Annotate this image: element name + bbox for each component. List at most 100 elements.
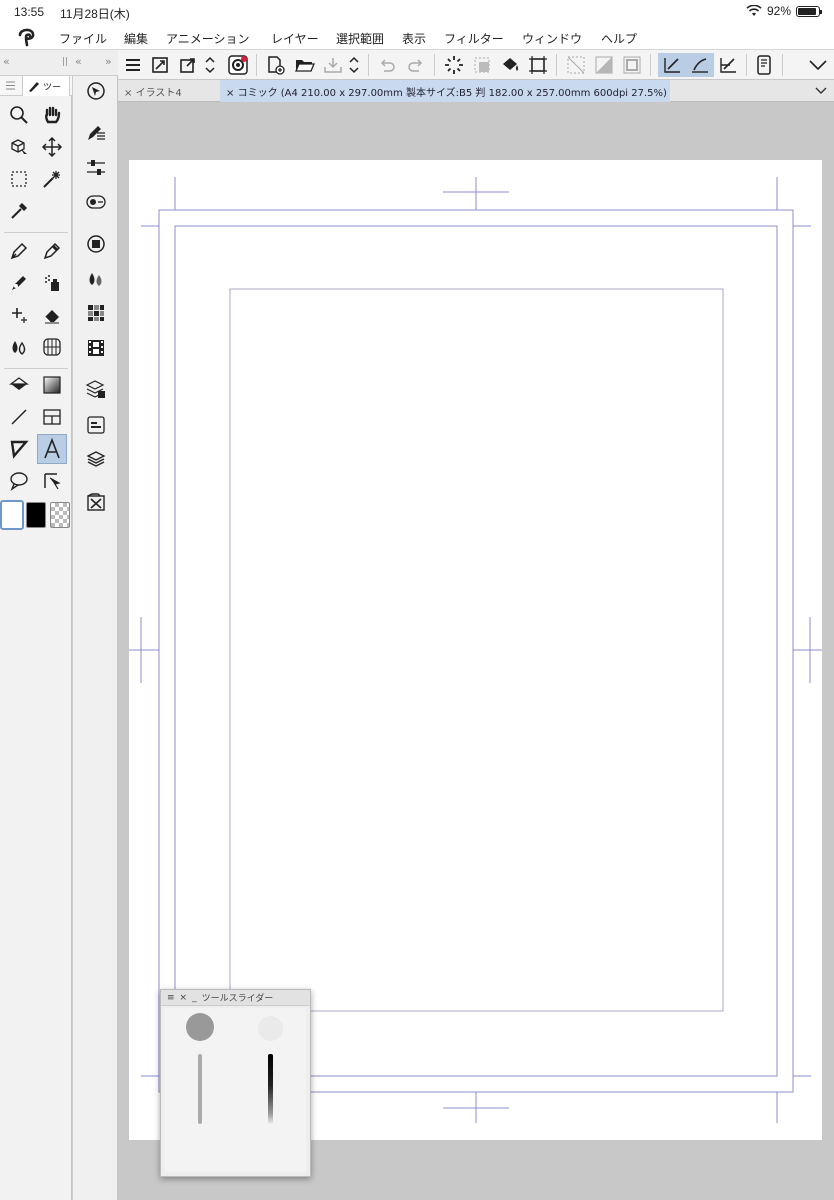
panel-menu-icon[interactable]: ≡ (167, 993, 175, 1003)
brush-tool-icon[interactable] (4, 268, 34, 298)
fill-icon[interactable] (498, 53, 522, 77)
frame-border-tool-icon[interactable] (37, 402, 67, 432)
transform-icon[interactable] (526, 53, 550, 77)
open-icon[interactable] (176, 53, 200, 77)
collapse-left-icon[interactable]: « (3, 55, 10, 68)
selection-tool-icon[interactable] (4, 164, 34, 194)
menu-view[interactable]: 表示 (402, 30, 426, 47)
layer-icon[interactable] (81, 444, 111, 474)
clip-studio-icon[interactable] (226, 53, 250, 77)
sub-color-swatch[interactable] (26, 502, 46, 528)
snap-special-ruler-icon[interactable] (686, 53, 714, 77)
hand-tool-icon[interactable] (37, 100, 67, 130)
pen-tool-icon[interactable] (4, 236, 34, 266)
snap-ruler-icon[interactable] (658, 53, 686, 77)
tone-icon[interactable] (592, 53, 616, 77)
panel-grip-icon[interactable]: || (62, 57, 68, 67)
border-icon[interactable] (620, 53, 644, 77)
menu-window[interactable]: ウィンドウ (522, 30, 582, 47)
move-tool-icon[interactable] (37, 132, 67, 162)
tab-close-icon[interactable]: × (124, 88, 132, 99)
hide-outside-icon[interactable] (564, 53, 588, 77)
color-wheel-icon[interactable] (81, 229, 111, 259)
eyedropper-tool-icon[interactable] (4, 196, 34, 226)
tool-panel: ツー (0, 76, 72, 1200)
crop-selection-icon[interactable] (470, 53, 494, 77)
menu-filter[interactable]: フィルター (444, 30, 504, 47)
toolbar-separator (368, 54, 369, 76)
speech-balloon-tail-icon[interactable] (4, 434, 34, 464)
tool-slider-title: ツールスライダー (201, 994, 274, 1004)
minimize-icon[interactable]: _ (192, 993, 197, 1003)
brush-size-icon[interactable] (81, 187, 111, 217)
eraser-tool-icon[interactable] (37, 300, 67, 330)
menu-selection[interactable]: 選択範囲 (336, 30, 384, 47)
main-menu-icon[interactable] (121, 53, 145, 77)
app-logo-icon[interactable] (14, 26, 42, 48)
status-bar: 13:55 11月28日(木) 92% (0, 0, 834, 24)
new-canvas-icon[interactable] (148, 53, 172, 77)
tool-divider (4, 368, 68, 369)
chevron-down-icon[interactable] (806, 53, 830, 77)
color-mix-icon[interactable] (81, 264, 111, 294)
close-icon[interactable]: × (180, 993, 188, 1003)
center-mark-top (443, 177, 509, 210)
wifi-icon (746, 5, 762, 16)
blend-tool-icon[interactable] (4, 332, 34, 362)
menu-layer[interactable]: レイヤー (271, 30, 319, 47)
collapse-cmdbar-icon[interactable]: « (75, 55, 82, 68)
material-icon[interactable] (81, 487, 111, 517)
object-tool-icon[interactable] (4, 132, 34, 162)
save-options-stepper-icon[interactable] (346, 53, 362, 77)
tab-illust4[interactable]: × イラスト4 (118, 80, 220, 102)
correct-line-tool-icon[interactable] (37, 466, 67, 496)
layer-property-icon[interactable] (81, 374, 111, 404)
tab-label: イラスト4 (135, 88, 182, 99)
text-tool-icon[interactable] (37, 434, 67, 464)
panel-menu-icon[interactable] (6, 81, 15, 90)
timeline-icon[interactable] (81, 333, 111, 363)
fill-tool-icon[interactable] (4, 370, 34, 400)
layer-search-icon[interactable] (81, 410, 111, 440)
open-folder-icon[interactable] (293, 53, 317, 77)
save-icon[interactable] (321, 53, 345, 77)
balloon-tool-icon[interactable] (4, 466, 34, 496)
tool-tab[interactable]: ツー (22, 76, 70, 96)
tool-property-icon[interactable] (81, 153, 111, 183)
tool-slider-header[interactable]: ≡ × _ ツールスライダー (161, 990, 310, 1006)
line-tool-icon[interactable] (4, 402, 34, 432)
toolbar-separator (434, 54, 435, 76)
zoom-tool-icon[interactable] (4, 100, 34, 130)
tab-comic[interactable]: × コミック (A4 210.00 x 297.00mm 製本サイズ:B5 判 … (220, 80, 670, 102)
color-set-icon[interactable] (81, 298, 111, 328)
opacity-slider[interactable] (268, 1054, 273, 1124)
menu-file[interactable]: ファイル (59, 30, 107, 47)
transparent-color-swatch[interactable] (50, 502, 70, 528)
airbrush-tool-icon[interactable] (37, 268, 67, 298)
sub-tool-icon[interactable] (81, 118, 111, 148)
device-settings-icon[interactable] (752, 53, 776, 77)
gradient-tool-icon[interactable] (37, 370, 67, 400)
undo-icon[interactable] (375, 53, 399, 77)
expand-right-icon[interactable]: » (105, 55, 112, 68)
tab-close-icon[interactable]: × (226, 88, 234, 99)
navigator-icon[interactable] (81, 76, 111, 106)
new-page-icon[interactable] (264, 53, 288, 77)
tab-label: コミック (A4 210.00 x 297.00mm 製本サイズ:B5 判 18… (237, 88, 667, 99)
clear-selection-icon[interactable] (442, 53, 466, 77)
auto-select-tool-icon[interactable] (37, 164, 67, 194)
stepper-icon[interactable] (202, 53, 218, 77)
menu-animation[interactable]: アニメーション (166, 30, 250, 47)
redo-icon[interactable] (404, 53, 428, 77)
menu-help[interactable]: ヘルプ (601, 30, 637, 47)
figure-tool-icon[interactable] (37, 332, 67, 362)
battery-percent: 92% (766, 4, 791, 18)
tab-list-chevron-icon[interactable] (814, 82, 828, 98)
main-color-swatch[interactable] (0, 500, 24, 530)
brush-size-slider[interactable] (198, 1054, 202, 1124)
decoration-tool-icon[interactable] (4, 300, 34, 330)
pencil-tool-icon[interactable] (37, 236, 67, 266)
bleed-frame (158, 209, 794, 1093)
snap-grid-icon[interactable] (716, 53, 740, 77)
menu-edit[interactable]: 編集 (124, 30, 148, 47)
